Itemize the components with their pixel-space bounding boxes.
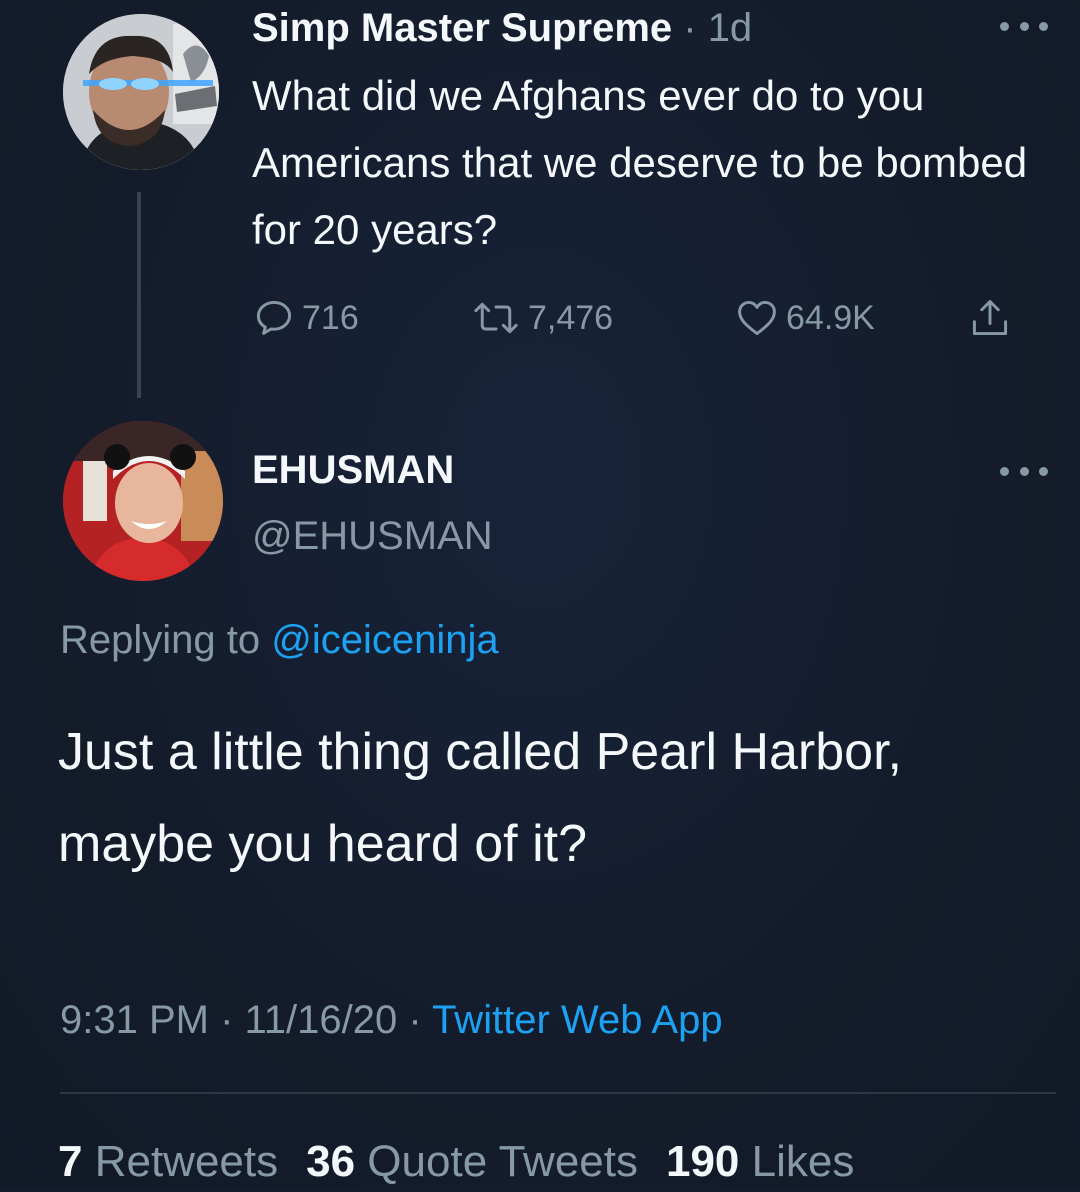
reply-handle[interactable]: @EHUSMAN <box>252 510 493 562</box>
share-icon <box>972 300 1008 336</box>
reply-button[interactable]: 716 <box>252 286 359 350</box>
heart-icon <box>738 300 776 336</box>
reply-icon <box>256 300 292 335</box>
parent-tweet-header: Simp Master Supreme · 1d <box>252 2 752 54</box>
quote-tweets-count: 36 <box>306 1137 356 1186</box>
avatar-ehusman[interactable] <box>63 421 223 581</box>
retweet-icon <box>474 302 518 334</box>
reply-count: 716 <box>302 298 359 337</box>
tweet-stats: 7 Retweets 36 Quote Tweets 190 Likes <box>58 1132 854 1192</box>
parent-tweet-text: What did we Afghans ever do to you Ameri… <box>252 72 1028 253</box>
like-count: 64.9K <box>786 298 875 337</box>
retweets-stat[interactable]: 7 Retweets <box>58 1137 278 1186</box>
tweet-timestamp[interactable]: 9:31 PM · 11/16/20 · <box>60 998 432 1042</box>
more-icon[interactable] <box>1000 18 1048 34</box>
parent-display-name[interactable]: Simp Master Supreme <box>252 6 672 50</box>
avatar-image <box>63 14 219 170</box>
retweets-count: 7 <box>58 1137 83 1186</box>
reply-tweet-text: Just a little thing called Pearl Harbor,… <box>58 723 902 873</box>
parent-tweet-actions: 716 7,476 64.9K <box>252 286 1052 350</box>
quote-tweets-stat[interactable]: 36 Quote Tweets <box>306 1137 638 1186</box>
like-button[interactable]: 64.9K <box>734 286 875 350</box>
header-separator: · <box>672 6 708 50</box>
parent-tweet-time[interactable]: 1d <box>708 6 753 50</box>
tweet-meta: 9:31 PM · 11/16/20 · Twitter Web App <box>60 990 723 1050</box>
avatar-image <box>63 421 223 581</box>
retweet-count: 7,476 <box>528 298 614 337</box>
retweets-label: Retweets <box>82 1137 279 1186</box>
replying-to: Replying to @iceiceninja <box>60 612 499 668</box>
avatar-simp-master-supreme[interactable] <box>63 14 219 170</box>
replying-to-mention[interactable]: @iceiceninja <box>271 618 498 662</box>
likes-stat[interactable]: 190 Likes <box>666 1137 854 1186</box>
likes-label: Likes <box>739 1137 855 1186</box>
quote-tweets-label: Quote Tweets <box>355 1137 638 1186</box>
reply-display-name[interactable]: EHUSMAN <box>252 444 454 496</box>
more-icon[interactable] <box>1000 463 1048 479</box>
tweet-source[interactable]: Twitter Web App <box>432 998 723 1042</box>
thread-line <box>137 192 141 398</box>
divider <box>60 1092 1056 1094</box>
likes-count: 190 <box>665 1137 740 1186</box>
tweet-screen: Simp Master Supreme · 1d What did we Afg… <box>0 0 1080 1186</box>
share-button[interactable] <box>968 286 1012 350</box>
retweet-button[interactable]: 7,476 <box>470 286 613 350</box>
replying-prefix: Replying to <box>60 618 272 662</box>
